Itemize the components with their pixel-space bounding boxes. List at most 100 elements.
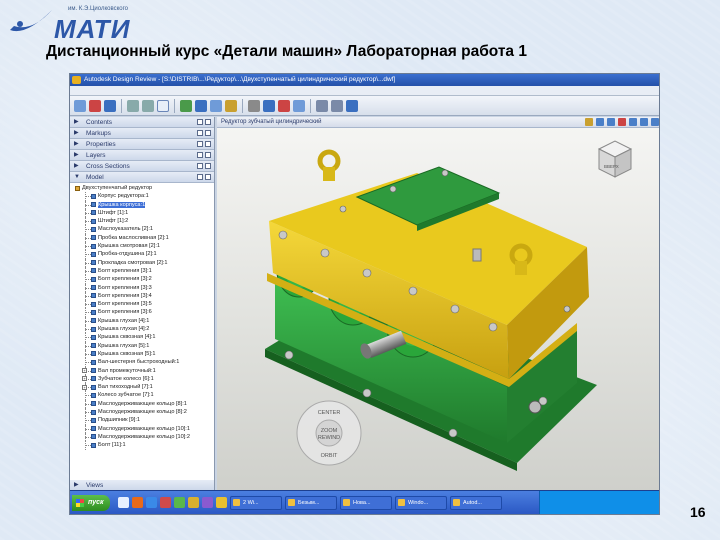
close-icon[interactable] (205, 130, 211, 136)
print-icon[interactable] (89, 99, 101, 112)
pin-icon[interactable] (197, 152, 203, 158)
steering-wheel[interactable]: CENTER ZOOM REWIND ORBIT (295, 399, 363, 467)
redo-icon[interactable] (142, 99, 154, 112)
tree-root[interactable]: Двухступенчатый редуктор (72, 184, 214, 192)
taskbar-task[interactable]: Нова... (340, 496, 392, 510)
save-icon[interactable] (104, 99, 116, 112)
panel-header-0[interactable]: ▶ Contents (70, 117, 214, 128)
orbit-icon[interactable] (210, 99, 222, 112)
desktop-icon[interactable] (118, 497, 129, 508)
tree-item[interactable]: Болт крепления [3]:6 (72, 308, 214, 317)
display-icon[interactable] (346, 99, 358, 112)
tree-item-label: Зубчатое колесо [6]:1 (98, 375, 154, 382)
tree-item[interactable]: Крышка глухая [5]:1 (72, 341, 214, 350)
part-icon (91, 334, 96, 340)
tree-item[interactable]: Крышка глухая [4]:1 (72, 316, 214, 326)
tree-item[interactable]: Колесо зубчатое [7]:1 (72, 391, 214, 400)
tree-item[interactable]: Крышка сквозная [5]:1 (72, 349, 214, 359)
start-button[interactable]: пуск (72, 495, 110, 511)
opera-icon[interactable] (160, 497, 171, 508)
browser-icon[interactable] (132, 497, 143, 508)
tree-item[interactable]: Болт крепления [3]:4 (72, 291, 214, 301)
tree-item[interactable]: + Вал тихоходный [7]:1 (72, 383, 214, 392)
tree-item[interactable]: Вал-шестерня быстроходный:1 (72, 358, 214, 367)
lighting-icon[interactable] (331, 99, 343, 112)
home-view-icon[interactable] (293, 99, 305, 112)
tree-item[interactable]: Корпус редуктора:1 (72, 192, 214, 201)
panel-header-label: Layers (86, 152, 106, 159)
section-icon[interactable] (263, 99, 275, 112)
tree-item[interactable]: Маслоудерживающее кольцо [10]:1 (72, 424, 214, 433)
view-cube[interactable]: ВВЕРХ (595, 137, 635, 181)
select-icon[interactable] (157, 99, 169, 112)
close-icon[interactable] (205, 119, 211, 125)
tree-item[interactable]: Маслоудерживающее кольцо [8]:1 (72, 399, 214, 409)
expand-toggle-icon[interactable]: + (82, 368, 87, 374)
wheel-rewind-label[interactable]: REWIND (318, 435, 340, 441)
tree-item[interactable]: + Зубчатое колесо [6]:1 (72, 374, 214, 384)
taskbar-task[interactable]: Windo... (395, 496, 447, 510)
explorer-icon[interactable] (216, 497, 227, 508)
part-icon (91, 368, 96, 374)
tree-item[interactable]: Крышка корпуса:1 (72, 200, 214, 209)
undo-icon[interactable] (127, 99, 139, 112)
close-icon[interactable] (205, 152, 211, 158)
tree-item[interactable]: Прокладка смотровая [2]:1 (72, 258, 214, 267)
part-icon (91, 293, 96, 299)
tree-item-label: Крышка сквозная [4]:1 (98, 334, 156, 341)
tree-item[interactable]: Маслоудерживающее кольцо [10]:2 (72, 432, 214, 442)
panel-header-4[interactable]: ▶ Cross Sections (70, 161, 214, 172)
app-icon[interactable] (174, 497, 185, 508)
open-icon[interactable] (74, 99, 86, 112)
tree-item[interactable]: Крышка глухая [4]:2 (72, 325, 214, 334)
wheel-zoom-label[interactable]: ZOOM (321, 428, 338, 434)
close-icon[interactable] (205, 163, 211, 169)
tree-item[interactable]: Маслоудерживающее кольцо [8]:2 (72, 408, 214, 417)
panel-header-3[interactable]: ▶ Layers (70, 150, 214, 161)
taskbar-task[interactable]: 2 Wi... (230, 496, 282, 510)
tree-item[interactable]: Крышка сквозная [4]:1 (72, 333, 214, 342)
walk-icon[interactable] (225, 99, 237, 112)
3d-viewport[interactable]: Редуктор зубчатый цилиндрический ВВЕРХ C… (217, 117, 659, 491)
tree-item[interactable]: Штифт [1]:1 (72, 208, 214, 218)
tree-item[interactable]: Болт [11]:1 (72, 441, 214, 450)
ie-icon[interactable] (146, 497, 157, 508)
zoom-icon[interactable] (195, 99, 207, 112)
panel-header-label: Contents (86, 119, 113, 126)
wheel-center-label[interactable]: CENTER (318, 410, 341, 416)
pin-icon[interactable] (197, 141, 203, 147)
pin-icon[interactable] (197, 119, 203, 125)
panel-header-2[interactable]: ▶ Properties (70, 139, 214, 150)
wheel-orbit-label[interactable]: ORBIT (321, 453, 338, 459)
expand-toggle-icon[interactable]: + (82, 384, 87, 390)
tree-item[interactable]: Болт крепления [3]:5 (72, 300, 214, 309)
panel-header-1[interactable]: ▶ Markups (70, 128, 214, 139)
tree-item[interactable]: Маслоуказатель [2]:1 (72, 225, 214, 234)
tree-item[interactable]: Болт крепления [3]:2 (72, 275, 214, 284)
tree-item[interactable]: Болт крепления [3]:1 (72, 266, 214, 276)
tree-item[interactable]: Пробка маслосливная [2]:1 (72, 233, 214, 243)
panel-header-label: Cross Sections (86, 163, 130, 170)
pan-icon[interactable] (180, 99, 192, 112)
tree-item-label: Крышка глухая [4]:1 (98, 317, 150, 324)
taskbar-task[interactable]: Безым... (285, 496, 337, 510)
pin-icon[interactable] (197, 174, 203, 180)
shading-icon[interactable] (316, 99, 328, 112)
close-icon[interactable] (205, 174, 211, 180)
folder-icon[interactable] (188, 497, 199, 508)
tree-item[interactable]: Болт крепления [3]:3 (72, 283, 214, 292)
close-icon[interactable] (205, 141, 211, 147)
pin-icon[interactable] (197, 163, 203, 169)
taskbar-task[interactable]: Autod... (450, 496, 502, 510)
pin-icon[interactable] (197, 130, 203, 136)
markup-icon[interactable] (278, 99, 290, 112)
measure-icon[interactable] (248, 99, 260, 112)
panel-header-5[interactable]: ▼ Model (70, 172, 214, 183)
tree-item[interactable]: Крышка смотровая [2]:1 (72, 242, 214, 251)
tree-item[interactable]: Штифт [1]:2 (72, 217, 214, 226)
tree-item[interactable]: + Вал промежуточный:1 (72, 366, 214, 375)
expand-toggle-icon[interactable]: + (82, 376, 87, 382)
tree-item[interactable]: Подшипник [9]:1 (72, 416, 214, 425)
tree-item[interactable]: Пробка-отдушина [2]:1 (72, 250, 214, 259)
media-icon[interactable] (202, 497, 213, 508)
